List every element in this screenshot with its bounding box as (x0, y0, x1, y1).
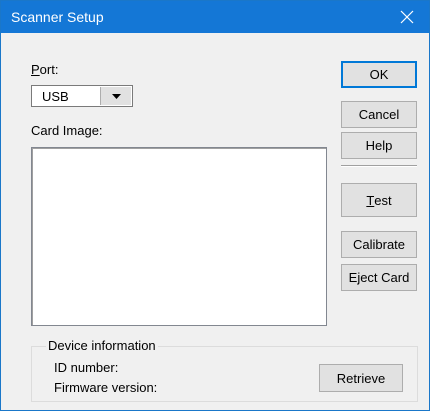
port-dropdown-button[interactable] (100, 87, 131, 105)
chevron-down-icon (111, 93, 121, 99)
port-select-value: USB (42, 89, 69, 104)
dialog-title: Scanner Setup (11, 9, 104, 25)
port-label-mnemonic: P (31, 62, 40, 77)
help-button[interactable]: Help (341, 132, 417, 159)
eject-card-button[interactable]: Ej ect Card (341, 264, 417, 291)
title-bar[interactable]: Scanner Setup (1, 1, 429, 33)
card-image-label: Card Image: (31, 123, 103, 138)
port-label-rest: ort: (39, 62, 59, 77)
scanner-setup-dialog: Scanner Setup Port: USB Card Image: OK C… (0, 0, 430, 411)
dialog-client-area: Port: USB Card Image: OK Cancel Help Tes… (1, 33, 429, 410)
id-number-label: ID number: (54, 360, 119, 375)
test-label-rest: est (374, 192, 392, 208)
port-label: Port: (31, 62, 58, 77)
button-separator (341, 165, 417, 167)
test-mnemonic: T (366, 192, 375, 208)
device-information-title: Device information (46, 338, 158, 353)
eject-label-pre: E (348, 270, 358, 285)
eject-label-rest: ect Card (360, 270, 410, 285)
calibrate-button[interactable]: Calibrate (341, 231, 417, 258)
port-select[interactable]: USB (31, 85, 133, 107)
test-button[interactable]: Test (341, 183, 417, 217)
retrieve-button[interactable]: Retrieve (319, 364, 403, 392)
close-button[interactable] (385, 1, 429, 33)
card-image-preview (31, 147, 327, 326)
close-icon (400, 10, 414, 24)
firmware-version-label: Firmware version: (54, 380, 158, 395)
cancel-button[interactable]: Cancel (341, 101, 417, 128)
ok-button[interactable]: OK (341, 61, 417, 88)
